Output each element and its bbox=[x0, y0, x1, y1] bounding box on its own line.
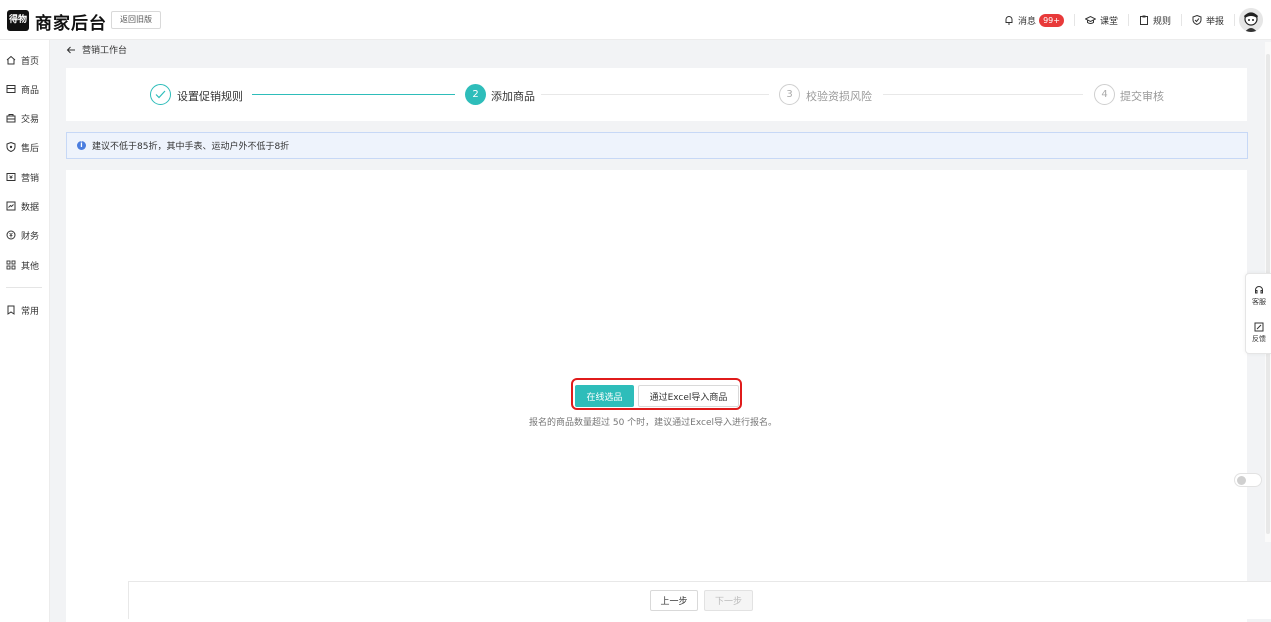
feedback-label: 反馈 bbox=[1252, 335, 1266, 343]
shield-check-icon bbox=[1192, 15, 1202, 25]
step-line-3 bbox=[883, 94, 1083, 95]
back-to-old-version-button[interactable]: 返回旧版 bbox=[111, 11, 161, 29]
step-1-circle bbox=[150, 84, 171, 105]
classroom-label: 课堂 bbox=[1099, 16, 1118, 27]
sidebar-item-data[interactable]: 数据 bbox=[0, 196, 50, 216]
trade-icon bbox=[6, 114, 16, 123]
float-panel: 客服 反馈 bbox=[1245, 273, 1271, 354]
sidebar-item-product[interactable]: 商品 bbox=[0, 79, 50, 99]
excel-import-button[interactable]: 通过Excel导入商品 bbox=[638, 385, 739, 407]
footer-bar bbox=[128, 581, 1271, 619]
headset-icon bbox=[1255, 286, 1263, 294]
report-button[interactable]: 举报 bbox=[1182, 14, 1235, 27]
classroom-button[interactable]: 课堂 bbox=[1075, 14, 1129, 27]
clipboard-icon bbox=[1139, 15, 1148, 25]
messages-badge: 99+ bbox=[1039, 13, 1064, 27]
step-1-label: 设置促销规则 bbox=[177, 90, 243, 103]
sidebar-item-label: 其他 bbox=[21, 261, 40, 272]
rules-label: 规则 bbox=[1152, 16, 1171, 27]
toggle-switch[interactable] bbox=[1234, 473, 1262, 487]
customer-service-button[interactable]: 客服 bbox=[1246, 285, 1271, 307]
feedback-button[interactable]: 反馈 bbox=[1246, 322, 1271, 344]
customer-service-label: 客服 bbox=[1252, 298, 1266, 306]
messages-button[interactable]: 消息 99+ bbox=[994, 13, 1075, 27]
step-2-label: 添加商品 bbox=[491, 90, 535, 103]
sidebar-item-label: 营销 bbox=[21, 173, 40, 184]
data-icon bbox=[6, 201, 16, 211]
sidebar-item-label: 首页 bbox=[21, 56, 40, 67]
sidebar-item-aftersale[interactable]: 售后 bbox=[0, 137, 50, 157]
app-title: 商家后台 bbox=[35, 14, 107, 34]
finance-icon bbox=[6, 230, 16, 240]
graduation-cap-icon bbox=[1084, 15, 1096, 24]
breadcrumb-label[interactable]: 营销工作台 bbox=[82, 43, 127, 56]
user-avatar-icon bbox=[1239, 8, 1263, 32]
breadcrumb: 营销工作台 bbox=[66, 43, 127, 56]
sidebar-item-finance[interactable]: 财务 bbox=[0, 225, 50, 245]
avatar[interactable] bbox=[1239, 8, 1263, 32]
edit-note-icon bbox=[1254, 322, 1264, 332]
home-icon bbox=[6, 55, 16, 65]
sidebar-item-label: 常用 bbox=[21, 306, 40, 317]
step-line-2 bbox=[541, 94, 769, 95]
step-3-circle: 3 bbox=[779, 84, 800, 105]
step-4-circle: 4 bbox=[1094, 84, 1115, 105]
sidebar-item-home[interactable]: 首页 bbox=[0, 50, 50, 70]
marketing-icon bbox=[6, 173, 16, 181]
app-logo: 得物 bbox=[7, 10, 29, 31]
prev-step-button[interactable]: 上一步 bbox=[650, 590, 698, 611]
sidebar-item-trade[interactable]: 交易 bbox=[0, 108, 50, 128]
top-right-menu: 消息 99+ 课堂 规则 举报 bbox=[994, 0, 1263, 40]
notice-text: 建议不低于85折，其中手表、运动户外不低于8折 bbox=[92, 142, 290, 152]
next-step-button[interactable]: 下一步 bbox=[704, 590, 753, 611]
back-arrow-icon[interactable] bbox=[66, 45, 76, 55]
aftersale-icon bbox=[6, 142, 16, 152]
sidebar-item-other[interactable]: 其他 bbox=[0, 255, 50, 275]
other-icon bbox=[6, 260, 16, 270]
check-icon bbox=[155, 90, 166, 99]
sidebar: 首页 商品 交易 售后 营销 数据 财务 其他 常用 bbox=[0, 40, 50, 622]
step-3-label: 校验资损风险 bbox=[806, 90, 872, 103]
sidebar-item-label: 售后 bbox=[21, 143, 40, 154]
step-line-1 bbox=[252, 94, 455, 95]
report-label: 举报 bbox=[1205, 16, 1224, 27]
sidebar-item-favorites[interactable]: 常用 bbox=[0, 300, 50, 320]
sidebar-item-label: 数据 bbox=[21, 202, 40, 213]
top-bar: 得物 商家后台 返回旧版 消息 99+ 课堂 规则 举报 bbox=[0, 0, 1271, 40]
info-icon: i bbox=[77, 141, 86, 150]
messages-label: 消息 bbox=[1018, 16, 1037, 27]
online-select-button[interactable]: 在线选品 bbox=[575, 385, 634, 407]
hint-text: 报名的商品数量超过 50 个时，建议通过Excel导入进行报名。 bbox=[529, 418, 778, 428]
bell-icon bbox=[1005, 16, 1013, 25]
step-4-label: 提交审核 bbox=[1120, 90, 1164, 103]
steps-card: 设置促销规则 2 添加商品 3 校验资损风险 4 提交审核 bbox=[66, 68, 1247, 121]
sidebar-item-marketing[interactable]: 营销 bbox=[0, 167, 50, 187]
sidebar-item-label: 财务 bbox=[21, 231, 40, 242]
bookmark-icon bbox=[7, 305, 15, 315]
rules-button[interactable]: 规则 bbox=[1129, 14, 1182, 27]
sidebar-divider bbox=[6, 287, 42, 288]
step-2-circle: 2 bbox=[465, 84, 486, 105]
notice-bar: i 建议不低于85折，其中手表、运动户外不低于8折 bbox=[66, 132, 1248, 159]
product-icon bbox=[6, 85, 16, 93]
sidebar-item-label: 商品 bbox=[21, 85, 40, 96]
sidebar-item-label: 交易 bbox=[21, 114, 40, 125]
